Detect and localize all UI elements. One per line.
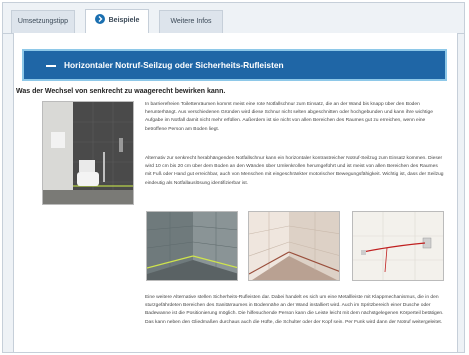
section-heading: Was der Wechsel von senkrecht zu waagere… bbox=[16, 88, 226, 95]
tab-umsetzungstipp[interactable]: Umsetzungstipp bbox=[11, 10, 75, 33]
section-title: Horizontaler Notruf-Seilzug oder Sicherh… bbox=[64, 60, 284, 70]
tab-label: Umsetzungstipp bbox=[17, 18, 69, 25]
shower-pullcord-photo bbox=[146, 211, 238, 281]
tiled-corner-photo bbox=[248, 211, 340, 281]
toilet-room-photo bbox=[42, 101, 134, 205]
paragraph-3: Eine weitere Alternative stellen Sicherh… bbox=[145, 295, 444, 325]
section-header[interactable]: Horizontaler Notruf-Seilzug oder Sicherh… bbox=[22, 49, 447, 81]
tab-bar: Umsetzungstipp Beispiele Weitere Infos bbox=[3, 3, 464, 34]
tab-label: Beispiele bbox=[108, 17, 140, 24]
paragraph-1: In barrierefreien Toilettenräumen kommt … bbox=[145, 102, 433, 132]
tab-beispiele[interactable]: Beispiele bbox=[85, 9, 149, 33]
wall-redcord-photo bbox=[352, 211, 444, 281]
chevron-right-icon bbox=[94, 14, 105, 25]
paragraph-2: Alternativ zur senkrecht herabhängenden … bbox=[145, 156, 444, 186]
tab-label: Weitere Infos bbox=[170, 18, 212, 25]
dash-icon bbox=[46, 65, 56, 67]
tab-weitere-infos[interactable]: Weitere Infos bbox=[159, 10, 223, 33]
